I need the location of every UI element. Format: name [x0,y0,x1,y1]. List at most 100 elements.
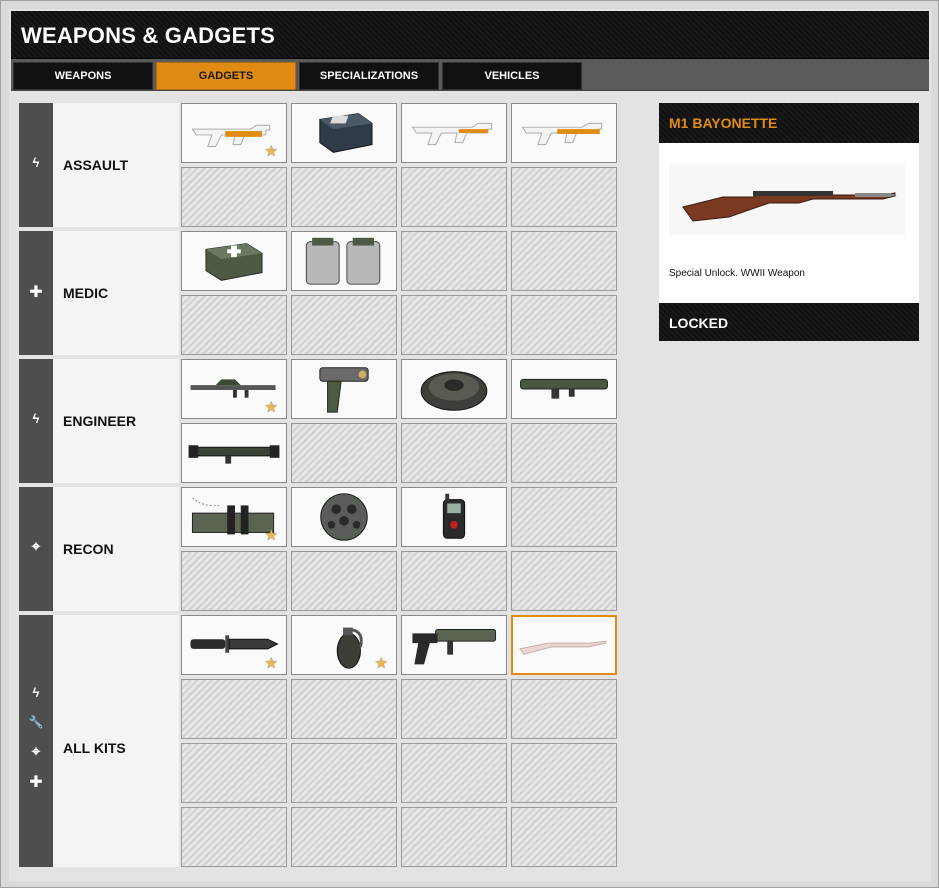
gadget-slot-defibrillator[interactable] [291,231,397,291]
empty-slot [291,167,397,227]
crosshair-icon: ⌖ [31,538,41,555]
medkit-icon [205,243,263,281]
kit-row-engineer: ϟ ENGINEER [19,359,179,483]
star-icon: ★ [374,655,388,672]
empty-slot [181,295,287,355]
item-detail-panel: M1 BAYONETTE Special Unlock. WWII Weapon… [659,103,919,341]
empty-slot [291,423,397,483]
gadget-slot-mortar-strike[interactable] [401,615,507,675]
gadget-slot-ammo-box[interactable] [291,103,397,163]
gadget-slot-rpg-launcher[interactable]: ★ [181,359,287,419]
tab-vehicles[interactable]: VEHICLES [442,62,582,90]
gadget-slot-hand-grenade[interactable]: ★ [291,615,397,675]
kit-bar: ϟ 🔧 ⌖ ✚ [19,615,53,867]
empty-slot [291,743,397,803]
kit-bar: ϟ [19,359,53,483]
empty-slot [181,551,287,611]
lightning-icon: ϟ [32,685,40,700]
gadget-slot-repair-tool[interactable] [291,359,397,419]
gadget-slot-assault-rifle-launcher[interactable]: ★ [181,103,287,163]
radio-beacon-icon [442,493,466,539]
page-title: WEAPONS & GADGETS [21,23,275,48]
detail-body: Special Unlock. WWII Weapon [659,143,919,303]
kit-row-all-kits: ϟ 🔧 ⌖ ✚ ALL KITS [19,615,179,867]
empty-slot [511,167,617,227]
empty-slot [511,487,617,547]
bayonet-rifle-icon [519,640,607,655]
kit-row-medic: ✚ MEDIC [19,231,179,355]
empty-slot [511,295,617,355]
gadget-slot-medkit[interactable] [181,231,287,291]
empty-slot [401,167,507,227]
tab-gadgets[interactable]: GADGETS [156,62,296,90]
window-frame: WEAPONS & GADGETS WEAPONS GADGETS SPECIA… [0,0,939,888]
empty-slot [181,807,287,867]
kit-label-all-kits: ALL KITS [63,740,126,756]
detail-title: M1 BAYONETTE [669,115,778,131]
kit-bar: ⌖ [19,487,53,611]
empty-slot [401,295,507,355]
empty-slot [291,807,397,867]
tab-bar: WEAPONS GADGETS SPECIALIZATIONS VEHICLES [11,59,929,91]
gadget-slot-anti-tank-rocket[interactable] [181,423,287,483]
gadget-slot-motion-sensor-ball[interactable] [291,487,397,547]
tab-weapons[interactable]: WEAPONS [13,62,153,90]
plus-icon: ✚ [29,774,43,791]
empty-slot [181,743,287,803]
empty-slot [401,231,507,291]
star-icon: ★ [264,655,278,672]
detail-image [669,163,905,235]
gadget-slot-assault-rifle-shotgun[interactable] [511,103,617,163]
empty-slot [181,679,287,739]
kit-label-assault: ASSAULT [63,157,129,173]
wrench-icon: 🔧 [28,715,44,729]
empty-slot [401,679,507,739]
rocket-launcher-icon [520,378,608,399]
anti-tank-rocket-icon [188,445,280,464]
kit-label-medic: MEDIC [63,285,109,301]
empty-slot [401,807,507,867]
motion-sensor-ball-icon [320,493,368,541]
defibrillator-icon [305,237,381,285]
kit-label-recon: RECON [63,541,114,557]
anti-tank-mine-icon [420,371,488,411]
content-area: WEAPONS & GADGETS WEAPONS GADGETS SPECIA… [9,9,931,881]
gadget-slot-rocket-launcher[interactable] [511,359,617,419]
ammo-box-icon [319,113,373,153]
assault-rifle-shotgun-icon [521,122,603,146]
gadget-slot-c4-explosive[interactable]: ★ [181,487,287,547]
lightning-icon: ϟ [32,411,40,426]
gadget-slot-radio-beacon[interactable] [401,487,507,547]
detail-status-bar: LOCKED [659,303,919,341]
kit-label-engineer: ENGINEER [63,413,137,429]
star-icon: ★ [264,143,278,160]
kit-bar: ✚ [19,231,53,355]
mortar-strike-icon [412,629,497,665]
page-header: WEAPONS & GADGETS [11,11,929,59]
gadget-slot-assault-rifle-grenade[interactable] [401,103,507,163]
star-icon: ★ [264,527,278,544]
empty-slot [511,679,617,739]
empty-slot [511,743,617,803]
gadget-slot-bayonet-rifle[interactable] [511,615,617,675]
empty-slot [181,167,287,227]
empty-slot [291,295,397,355]
plus-icon: ✚ [29,284,43,301]
detail-header: M1 BAYONETTE [659,103,919,143]
gadget-slot-anti-tank-mine[interactable] [401,359,507,419]
crosshair-icon: ⌖ [31,743,41,760]
empty-slot [291,679,397,739]
m1-rifle-bayonet-icon [682,191,897,222]
empty-slot [511,423,617,483]
empty-slot [511,551,617,611]
gadget-slot-combat-knife[interactable]: ★ [181,615,287,675]
lock-status: LOCKED [669,315,729,331]
tab-specializations[interactable]: SPECIALIZATIONS [299,62,439,90]
kit-row-assault: ϟ ASSAULT [19,103,179,227]
empty-slot [401,423,507,483]
kit-bar: ϟ [19,103,53,227]
assault-rifle-grenade-icon [411,122,493,146]
repair-tool-icon [319,367,369,413]
empty-slot [401,551,507,611]
empty-slot [291,551,397,611]
